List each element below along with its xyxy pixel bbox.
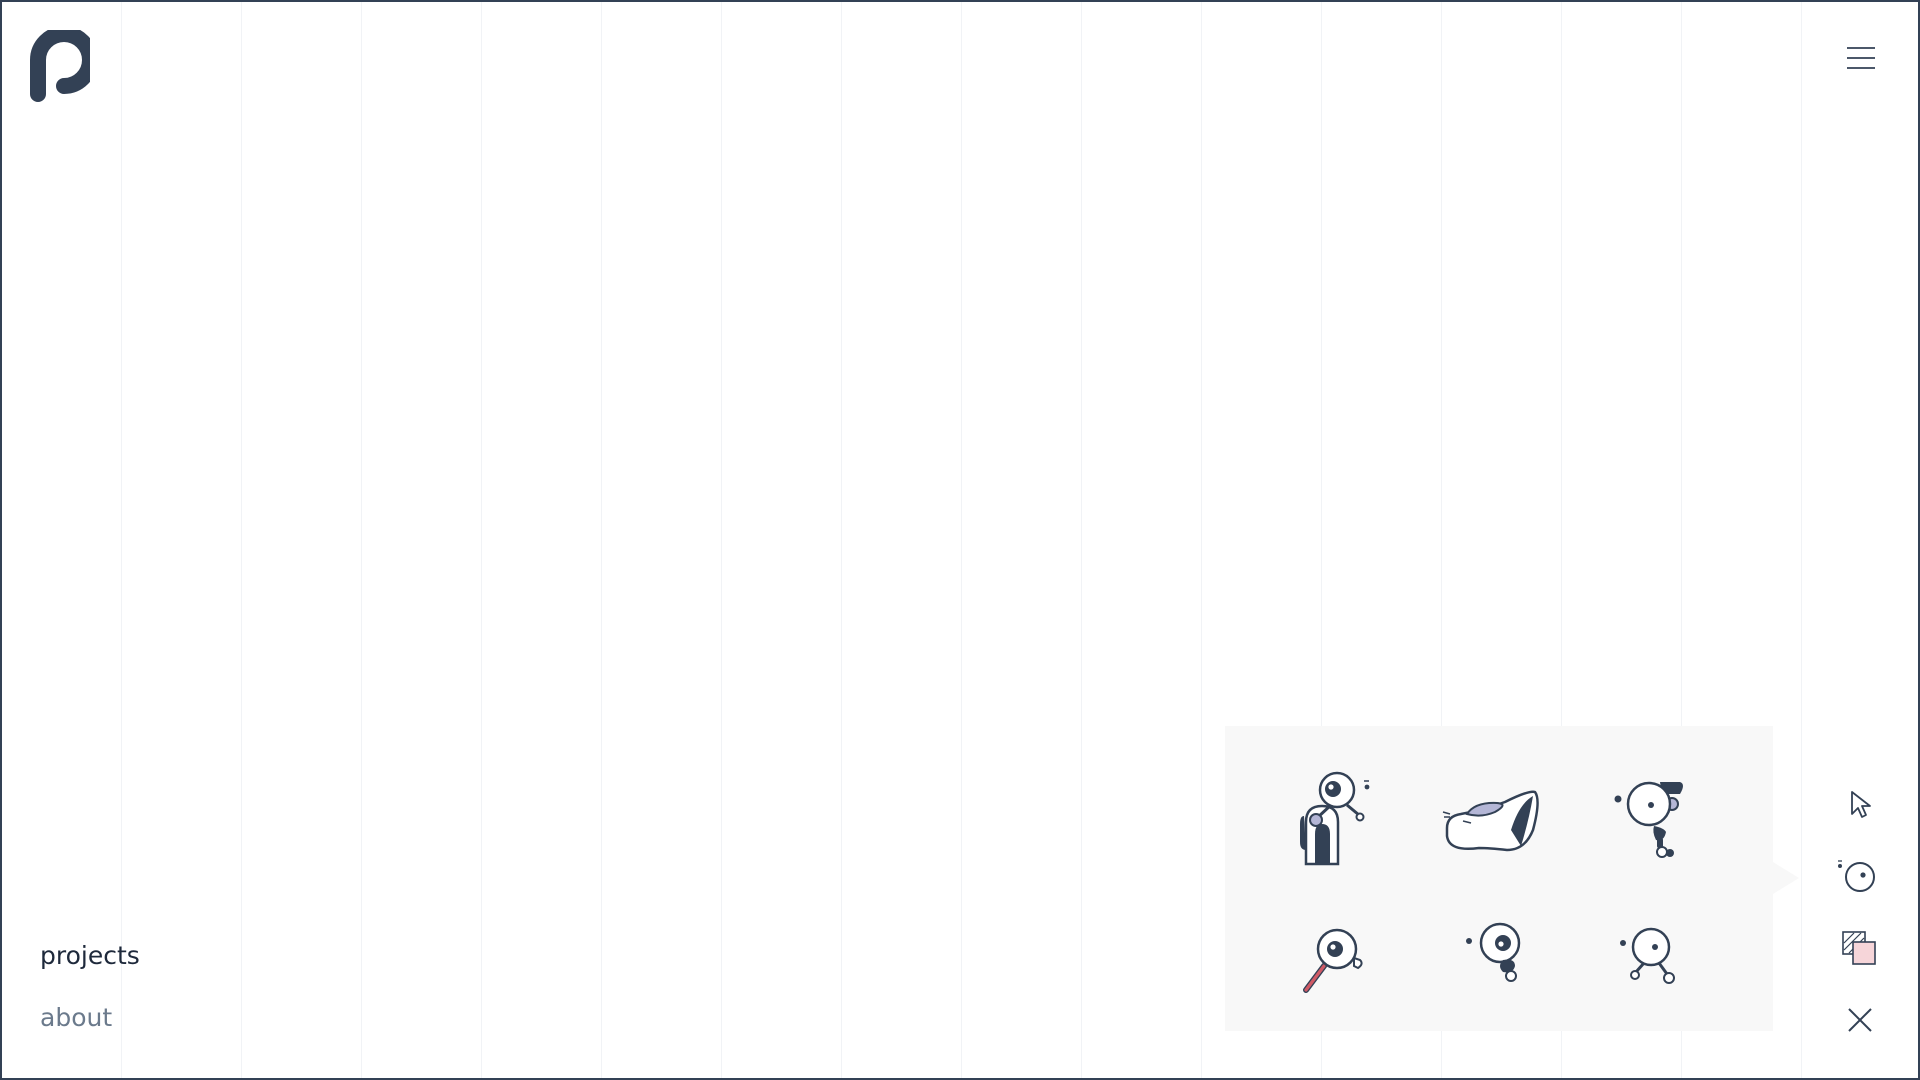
magnifier-eye-icon[interactable]	[1270, 900, 1390, 1020]
color-layers-tool[interactable]	[1837, 926, 1881, 970]
eye-creature-arch-icon[interactable]	[1270, 760, 1390, 880]
cursor-tool[interactable]	[1837, 782, 1881, 826]
eye-creature-dot-icon[interactable]	[1435, 900, 1555, 1020]
nav-link-projects[interactable]: projects	[40, 940, 140, 972]
layers-color-icon	[1842, 931, 1876, 965]
eye-creature-bow-icon[interactable]	[1600, 760, 1720, 880]
main-nav: projects about	[40, 940, 140, 1064]
eye-tool[interactable]	[1834, 853, 1878, 897]
eye-icon	[1838, 860, 1875, 892]
eye-creature-feet-icon[interactable]	[1600, 900, 1720, 1020]
shoe-creature-icon[interactable]	[1435, 760, 1555, 880]
hamburger-menu-icon[interactable]	[1843, 44, 1877, 72]
cursor-icon	[1851, 791, 1871, 818]
nav-link-about[interactable]: about	[40, 1002, 140, 1034]
p-logo-icon[interactable]	[30, 30, 90, 102]
close-icon	[1848, 1008, 1872, 1032]
panel-pointer	[1773, 862, 1799, 894]
close-button[interactable]	[1838, 998, 1882, 1042]
